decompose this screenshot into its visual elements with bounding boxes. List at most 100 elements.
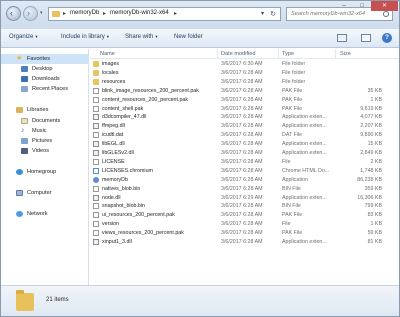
explorer-window: ‹ › ▾ ▸ memoryDb ▸ memoryDb-win32-x64 ▸ … [0, 0, 400, 317]
nav-documents[interactable]: Documents [1, 116, 60, 126]
nav-pictures[interactable]: Pictures [1, 136, 52, 146]
file-row[interactable]: views_resources_200_percent.pak 3/6/2017 … [90, 229, 399, 238]
downloads-icon [21, 76, 28, 82]
libraries-icon [16, 107, 23, 113]
file-row[interactable]: LICENSE 3/6/2017 6:28 AM File 2 KB [90, 158, 399, 167]
file-size: 1 KB [370, 221, 382, 228]
file-type: PAK File [282, 105, 303, 112]
preview-pane-icon[interactable] [361, 34, 371, 42]
column-header-size[interactable]: Size [340, 51, 351, 57]
maximize-button[interactable]: □ [353, 1, 371, 11]
folder-icon [93, 61, 99, 67]
file-row[interactable]: content_shell.pak 3/6/2017 6:28 AM PAK Fil… [90, 105, 399, 114]
file-row[interactable]: node.dll 3/6/2017 6:29 AM Application exte… [90, 194, 399, 203]
address-bar[interactable]: ▸ memoryDb ▸ memoryDb-win32-x64 ▸ ▾ ↻ [48, 7, 281, 21]
file-row[interactable]: resources 3/6/2017 6:28 AM File folder [90, 78, 399, 87]
file-date-modified: 3/6/2017 6:28 AM [221, 105, 263, 112]
organize-label: Organize [9, 34, 34, 40]
dll-icon [93, 141, 99, 148]
minimize-button[interactable]: – [335, 1, 353, 11]
column-header-date-modified[interactable]: Date modified [221, 51, 256, 57]
documents-icon [21, 118, 28, 124]
file-date-modified: 3/6/2017 6:28 AM [221, 132, 263, 139]
back-button[interactable]: ‹ [6, 6, 21, 21]
file-row[interactable]: libGLESv2.dll 3/6/2017 6:28 AM Application… [90, 149, 399, 158]
include-in-library-button[interactable]: Include in library ▾ [61, 34, 109, 40]
nav-recent-places[interactable]: Recent Places [1, 84, 68, 94]
breadcrumb-separator-icon[interactable]: ▸ [63, 10, 66, 17]
breadcrumb-item[interactable]: memoryDb-win32-x64 [110, 10, 169, 16]
file-size: 86,238 KB [357, 176, 382, 183]
file-row[interactable]: snapshot_blob.bin 3/6/2017 6:28 AM BIN Fil… [90, 202, 399, 211]
nav-downloads-label: Downloads [32, 76, 60, 82]
file-icon [93, 158, 99, 165]
close-button[interactable]: ✕ [371, 1, 398, 11]
column-header-type[interactable]: Type [282, 51, 294, 57]
nav-videos-label: Videos [32, 148, 50, 154]
address-dropdown-icon[interactable]: ▾ [261, 10, 264, 17]
file-size: 2,849 KB [360, 150, 382, 156]
share-with-button[interactable]: Share with ▾ [125, 34, 158, 40]
file-row[interactable]: blink_image_resources_200_percent.pak 3/6… [90, 87, 399, 96]
details-pane: 21 items [1, 285, 399, 316]
organize-button[interactable]: Organize ▾ [9, 34, 38, 40]
file-date-modified: 3/6/2017 6:28 AM [221, 158, 263, 165]
folder-icon [16, 290, 34, 311]
share-with-label: Share with [125, 34, 154, 40]
file-row[interactable]: LICENSES.chromium 3/6/2017 6:28 AM Chrome … [90, 167, 399, 176]
nav-desktop[interactable]: Desktop [1, 64, 53, 74]
file-date-modified: 3/6/2017 6:28 AM [221, 176, 263, 183]
nav-downloads[interactable]: Downloads [1, 74, 60, 84]
file-row[interactable]: ui_resources_200_percent.pak 3/6/2017 6:2… [90, 211, 399, 220]
nav-favorites[interactable]: ★ Favorites [1, 54, 88, 64]
file-type: Application exten... [282, 239, 327, 245]
nav-network-label: Network [27, 211, 48, 217]
file-list: Name Date modified Type Size images 3/6/2… [90, 49, 399, 285]
file-row[interactable]: icudtl.dat 3/6/2017 6:28 AM DAT File 9,890 … [90, 131, 399, 140]
change-view-icon[interactable] [337, 34, 347, 42]
file-size: 359 KB [364, 185, 382, 192]
search-icon[interactable] [383, 11, 389, 17]
file-size: 1,748 KB [360, 167, 382, 174]
file-row[interactable]: version 3/6/2017 6:28 AM File 1 KB [90, 220, 399, 229]
nav-homegroup-label: Homegroup [27, 169, 57, 175]
forward-arrow-icon: › [27, 8, 30, 18]
nav-network[interactable]: Network [1, 209, 48, 219]
dll-icon [93, 239, 99, 245]
file-row[interactable]: xinput1_3.dll 3/6/2017 6:28 AM Application… [90, 238, 399, 247]
column-divider[interactable] [335, 49, 336, 59]
column-divider[interactable] [217, 49, 218, 59]
file-row[interactable]: d3dcompiler_47.dll 3/6/2017 6:28 AM Applic… [90, 113, 399, 122]
dll-icon [93, 114, 99, 121]
column-divider[interactable] [278, 49, 279, 59]
file-row[interactable]: content_resources_200_percent.pak 3/6/201… [90, 96, 399, 105]
file-type: Application [282, 176, 308, 183]
file-type: File [282, 221, 291, 228]
breadcrumb-separator-icon[interactable]: ▸ [103, 10, 106, 17]
file-icon [93, 203, 99, 210]
breadcrumb-item[interactable]: memoryDb [70, 10, 99, 16]
file-row[interactable]: images 3/6/2017 6:30 AM File folder [90, 60, 399, 69]
new-folder-button[interactable]: New folder [174, 34, 203, 40]
file-row[interactable]: memoryDb 3/6/2017 6:28 AM Application 86,23… [90, 176, 399, 185]
column-header-name[interactable]: Name [100, 51, 115, 57]
file-name: ui_resources_200_percent.pak [102, 212, 175, 219]
file-row[interactable]: natives_blob.bin 3/6/2017 6:28 AM BIN File… [90, 185, 399, 194]
nav-libraries[interactable]: Libraries [1, 105, 48, 115]
nav-documents-label: Documents [32, 118, 61, 124]
refresh-icon[interactable]: ↻ [270, 10, 276, 18]
nav-music[interactable]: ♪ Music [1, 126, 47, 136]
forward-button[interactable]: › [23, 6, 38, 21]
nav-computer[interactable]: Computer [1, 188, 52, 198]
nav-homegroup[interactable]: Homegroup [1, 167, 56, 177]
help-icon[interactable]: ? [382, 33, 392, 43]
file-row[interactable]: locales 3/6/2017 6:28 AM File folder [90, 69, 399, 78]
file-date-modified: 3/6/2017 6:28 AM [221, 203, 263, 210]
breadcrumb-separator-icon[interactable]: ▸ [174, 10, 177, 17]
file-name: xinput1_3.dll [102, 239, 132, 245]
file-row[interactable]: libEGL.dll 3/6/2017 6:28 AM Application ex… [90, 140, 399, 149]
file-row[interactable]: ffmpeg.dll 3/6/2017 6:28 AM Application ex… [90, 122, 399, 131]
recent-pages-dropdown-icon[interactable]: ▾ [40, 10, 43, 16]
nav-videos[interactable]: Videos [1, 146, 49, 156]
file-name: d3dcompiler_47.dll [102, 114, 147, 121]
